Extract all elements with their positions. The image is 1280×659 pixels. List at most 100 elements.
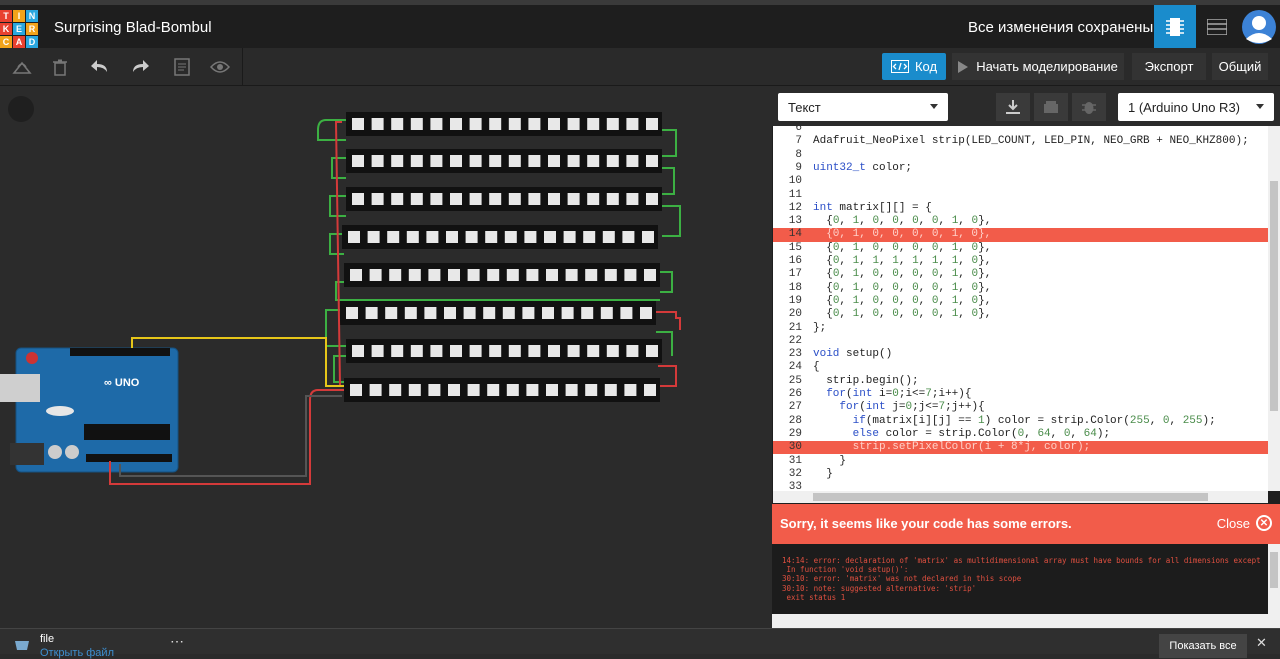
neopixel-led (489, 193, 502, 205)
start-simulation-button[interactable]: Начать моделирование (952, 53, 1124, 80)
code-line[interactable]: 12 int matrix[][] = { (773, 202, 1268, 215)
code-line[interactable]: 21}; (773, 322, 1268, 335)
wire[interactable] (658, 365, 677, 387)
wire[interactable] (656, 311, 681, 330)
neopixel-led (504, 231, 517, 243)
code-line[interactable]: 7 Adafruit_NeoPixel strip(LED_COUNT, LED_… (773, 135, 1268, 148)
device-select[interactable]: 1 (Arduino Uno R3) (1118, 93, 1274, 121)
code-line[interactable]: 6 (773, 126, 1268, 135)
neopixel-led (391, 345, 404, 357)
neopixel-strip[interactable] (346, 339, 662, 363)
rotate-button[interactable] (8, 54, 36, 80)
wire[interactable] (660, 271, 673, 293)
close-button[interactable]: Close (1217, 516, 1250, 531)
code-editor[interactable]: 6 7 Adafruit_NeoPixel strip(LED_COUNT, LED… (773, 126, 1268, 491)
wire[interactable] (662, 205, 681, 237)
circuit-canvas[interactable]: ∞ UNO (0, 86, 772, 628)
debugger-button[interactable] (1072, 93, 1106, 121)
code-line[interactable]: 15 {0, 1, 0, 0, 0, 0, 1, 0}, (773, 242, 1268, 255)
editor-horizontal-scrollbar[interactable] (773, 491, 1268, 503)
code-line-error[interactable]: 30 strip.setPixelColor(i + 8*j, color); (773, 441, 1268, 455)
code-line[interactable]: 25 strip.begin(); (773, 375, 1268, 388)
wire[interactable] (331, 157, 346, 179)
code-line[interactable]: 27 for(int j=0;j<=7;j++){ (773, 401, 1268, 414)
export-button[interactable]: Экспорт (1132, 53, 1206, 80)
neopixel-led (406, 231, 419, 243)
neopixel-strip[interactable] (346, 187, 662, 211)
code-line[interactable]: 22 (773, 335, 1268, 348)
code-line[interactable]: 23 void setup() (773, 348, 1268, 361)
close-icon[interactable]: ✕ (1256, 515, 1272, 531)
capacitor-2 (65, 445, 79, 459)
code-line[interactable]: 28 if(matrix[i][j] == 1) color = strip.C… (773, 415, 1268, 428)
redo-button[interactable] (126, 54, 154, 80)
code-line[interactable]: 10 (773, 175, 1268, 188)
code-button[interactable]: Код (882, 53, 946, 80)
code-line[interactable]: 13 {0, 1, 0, 0, 0, 0, 1, 0}, (773, 215, 1268, 228)
usb-connector (0, 374, 40, 402)
wire[interactable] (662, 129, 677, 157)
line-number: 30 (788, 441, 802, 454)
code-line[interactable]: 11 (773, 189, 1268, 202)
code-line[interactable]: 29 else color = strip.Color(0, 64, 0, 64… (773, 428, 1268, 441)
neopixel-strip[interactable] (344, 378, 660, 402)
more-options-icon[interactable]: ⋯ (170, 633, 184, 650)
code-mode-select[interactable]: Текст (778, 93, 948, 121)
neopixel-led (626, 155, 639, 167)
code-line[interactable]: 17 {0, 1, 0, 0, 0, 0, 1, 0}, (773, 268, 1268, 281)
code-line[interactable]: 31 } (773, 455, 1268, 468)
neopixel-led (644, 384, 656, 396)
neopixel-led (410, 118, 423, 130)
code-button-label: Код (914, 59, 938, 74)
circuit-view-button[interactable] (1154, 5, 1196, 48)
neopixel-led (581, 307, 594, 319)
scroll-thumb[interactable] (1270, 181, 1278, 411)
visibility-button[interactable] (206, 54, 234, 80)
wire[interactable] (662, 167, 675, 195)
arduino-uno-board[interactable]: ∞ UNO (0, 347, 179, 473)
code-line[interactable]: 20 {0, 1, 0, 0, 0, 0, 1, 0}, (773, 308, 1268, 321)
component-list-button[interactable] (1198, 5, 1236, 48)
code-line[interactable]: 32 } (773, 468, 1268, 481)
code-line[interactable]: 26 for(int i=0;i<=7;i++){ (773, 388, 1268, 401)
console-horizontal-scrollbar[interactable] (772, 614, 1280, 628)
neopixel-strip[interactable] (340, 301, 656, 325)
code-line[interactable]: 19 {0, 1, 0, 0, 0, 0, 1, 0}, (773, 295, 1268, 308)
code-line[interactable]: 24 { (773, 361, 1268, 374)
code-text: {0, 1, 0, 0, 0, 0, 1, 0}, (813, 241, 992, 254)
neopixel-led (567, 345, 580, 357)
library-button[interactable] (1034, 93, 1068, 121)
undo-button[interactable] (86, 54, 114, 80)
console-vertical-scrollbar[interactable] (1268, 544, 1280, 614)
scroll-thumb[interactable] (813, 493, 1208, 501)
neopixel-led (444, 307, 456, 319)
share-button[interactable]: Общий (1212, 53, 1268, 80)
show-all-button[interactable]: Показать все (1159, 634, 1247, 658)
neopixel-strip[interactable] (344, 263, 660, 287)
neopixel-led (410, 345, 423, 357)
code-line-error[interactable]: 14 {0, 1, 0, 0, 0, 0, 1, 0}, (773, 228, 1268, 242)
code-text: {0, 1, 0, 0, 0, 0, 1, 0}, (813, 215, 992, 228)
close-icon[interactable]: ✕ (1256, 635, 1267, 651)
code-line[interactable]: 18 {0, 1, 0, 0, 0, 0, 1, 0}, (773, 282, 1268, 295)
delete-button[interactable] (46, 54, 74, 80)
neopixel-strip[interactable] (346, 149, 662, 173)
notes-button[interactable] (168, 54, 196, 80)
list-icon (1207, 18, 1227, 35)
neopixel-strip[interactable] (342, 225, 658, 249)
code-line[interactable]: 16 {0, 1, 1, 1, 1, 1, 1, 0}, (773, 255, 1268, 268)
editor-vertical-scrollbar[interactable] (1268, 126, 1280, 491)
logo-letter: R (26, 23, 38, 35)
circuit-diagram[interactable]: ∞ UNO (0, 86, 772, 628)
project-title[interactable]: Surprising Blad-Bombul (54, 19, 212, 36)
code-line[interactable]: 33 (773, 481, 1268, 491)
neopixel-led (489, 118, 502, 130)
neopixel-strip[interactable] (346, 112, 662, 136)
tinkercad-logo[interactable]: TIN KER CAD (0, 10, 38, 48)
open-file-link[interactable]: Открыть файл (40, 647, 114, 659)
download-button[interactable] (996, 93, 1030, 121)
scroll-thumb[interactable] (1270, 552, 1278, 588)
code-line[interactable]: 9 uint32_t color; (773, 162, 1268, 175)
user-avatar[interactable] (1240, 5, 1278, 48)
code-line[interactable]: 8 (773, 149, 1268, 162)
